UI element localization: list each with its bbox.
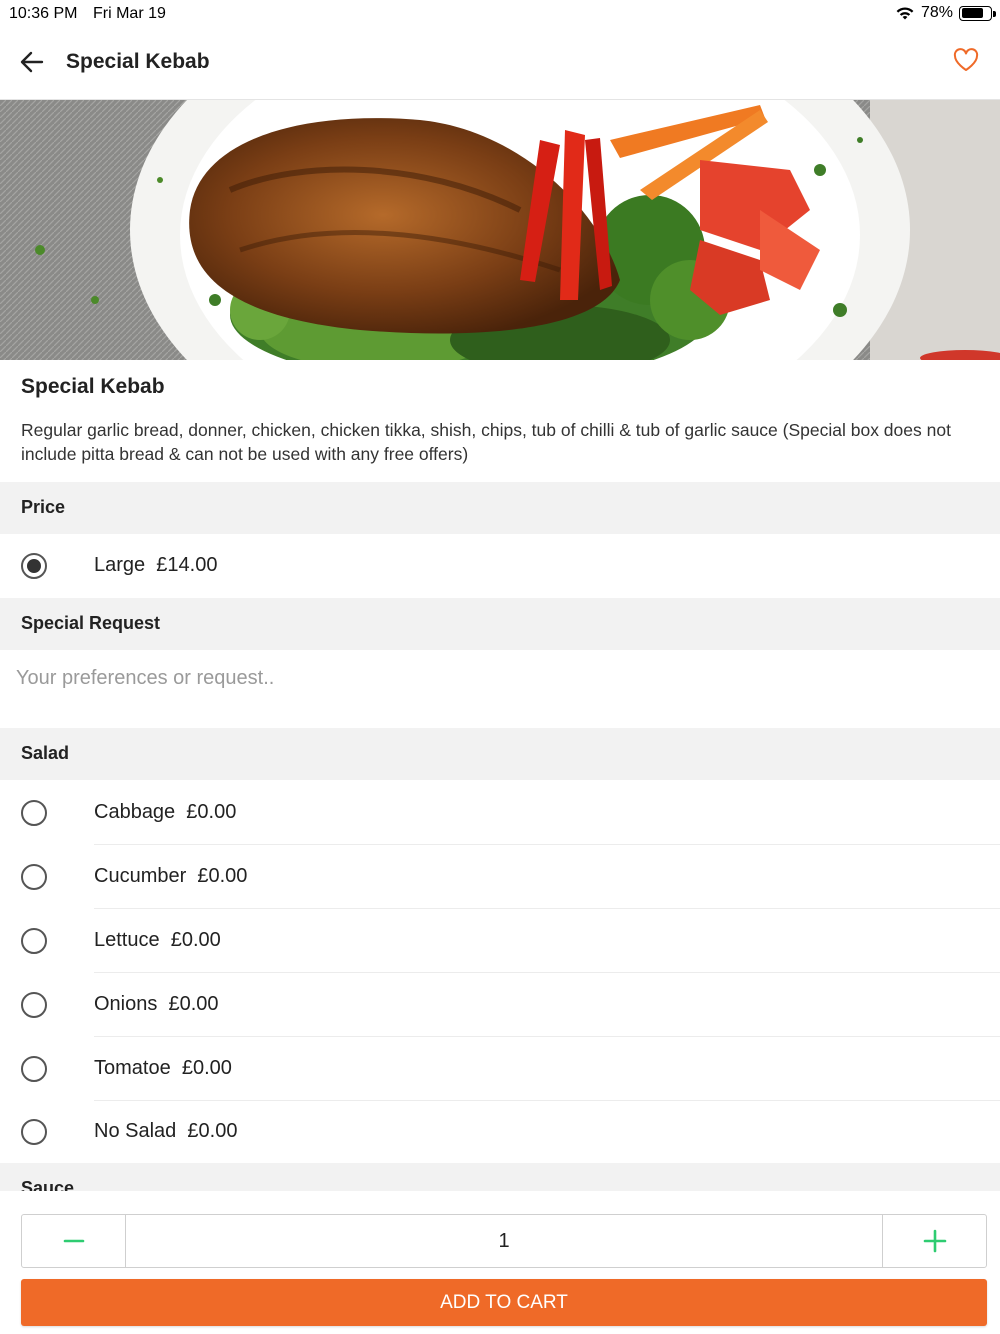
price-section-title: Price (21, 497, 66, 517)
price-option-large[interactable]: Large £14.00 (0, 534, 1000, 598)
special-request-title: Special Request (21, 613, 161, 633)
special-request-header: Special Request (0, 598, 1000, 650)
battery-icon (959, 5, 996, 21)
salad-section-title: Salad (21, 743, 70, 763)
quantity-value: 1 (498, 1229, 510, 1252)
cart-bar: 1 ADD TO CART (0, 1191, 1000, 1334)
battery-percent: 78% (920, 4, 953, 21)
option-label: Cabbage £0.00 (94, 801, 237, 823)
option-label: Cucumber £0.00 (94, 865, 248, 887)
salad-option-cabbage[interactable]: Cabbage £0.00 (0, 781, 1000, 845)
battery-level (961, 8, 984, 18)
salad-option-onions[interactable]: Onions £0.00 (0, 973, 1000, 1037)
radio-button[interactable] (21, 553, 47, 579)
radio-button[interactable] (21, 864, 47, 890)
option-label: Onions £0.00 (94, 993, 219, 1015)
sauce-section-title: Sauce (21, 1178, 75, 1191)
quantity-stepper: 1 (21, 1214, 987, 1268)
salad-section-header: Salad (0, 728, 1000, 780)
radio-button[interactable] (21, 1056, 47, 1082)
option-label: Tomatoe £0.00 (94, 1057, 232, 1079)
add-to-cart-button[interactable]: ADD TO CART (21, 1279, 987, 1326)
price-section-header: Price (0, 482, 1000, 534)
heart-outline-icon (953, 48, 979, 71)
status-time: 10:36 PM (9, 5, 78, 22)
increase-quantity-button[interactable] (882, 1215, 986, 1267)
favorite-button[interactable] (950, 44, 982, 76)
plus-icon (923, 1229, 946, 1253)
option-label: Lettuce £0.00 (94, 929, 221, 951)
option-label: Large £14.00 (94, 554, 218, 576)
salad-option-tomatoe[interactable]: Tomatoe £0.00 (0, 1037, 1000, 1101)
sauce-section-header: Sauce (0, 1163, 1000, 1191)
status-date: Fri Mar 19 (93, 5, 166, 22)
salad-option-lettuce[interactable]: Lettuce £0.00 (0, 909, 1000, 973)
food-photo (0, 100, 1000, 360)
salad-option-cucumber[interactable]: Cucumber £0.00 (0, 845, 1000, 909)
salad-option-no-salad[interactable]: No Salad £0.00 (0, 1100, 1000, 1164)
navigation-bar: Special Kebab (0, 28, 1000, 100)
status-bar: 10:36 PM Fri Mar 19 78% (0, 0, 1000, 28)
radio-button[interactable] (21, 928, 47, 954)
radio-button[interactable] (21, 992, 47, 1018)
special-request-input[interactable] (0, 650, 1000, 728)
item-image (0, 100, 1000, 360)
item-name: Special Kebab (21, 375, 165, 398)
radio-button[interactable] (21, 800, 47, 826)
battery-tip (993, 10, 996, 17)
status-indicators: 78% (895, 4, 996, 22)
minus-icon (63, 1239, 84, 1243)
option-label: No Salad £0.00 (94, 1120, 238, 1142)
decrease-quantity-button[interactable] (22, 1215, 126, 1267)
back-button[interactable] (14, 44, 50, 80)
page-title: Special Kebab (66, 50, 210, 73)
radio-button[interactable] (21, 1119, 47, 1145)
arrow-left-icon (20, 51, 44, 73)
wifi-icon (896, 7, 914, 20)
item-description: Regular garlic bread, donner, chicken, c… (21, 420, 951, 464)
